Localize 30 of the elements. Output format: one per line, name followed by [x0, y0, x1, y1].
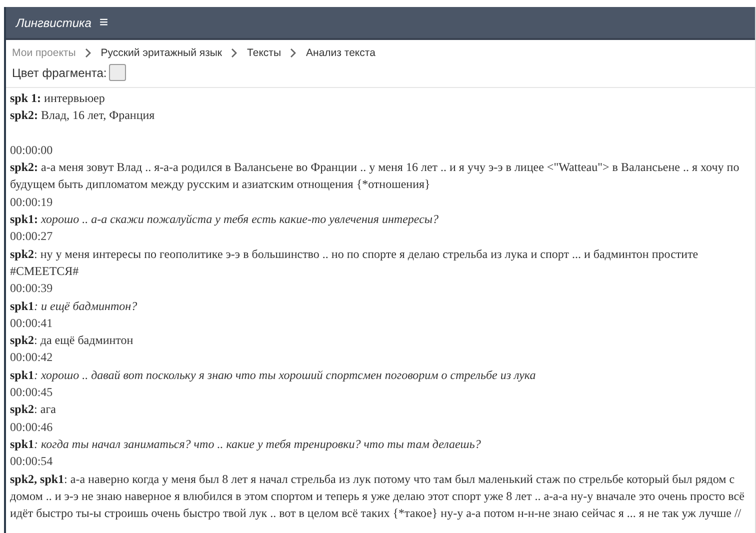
- utterance: spk1: хорошо .. давай вот поскольку я знаю что ты хороший спортсмен поговорим о стрельбе из лука: [10, 366, 537, 384]
- breadcrumb-link[interactable]: Тексты: [247, 47, 282, 59]
- color-label: Цвет фрагмента:: [12, 66, 107, 80]
- breadcrumb-link[interactable]: Русский эритажный язык: [100, 47, 222, 59]
- color-swatch[interactable]: [108, 64, 126, 81]
- utterance: spk2, spk1: а-а наверно когда у меня был 8 лет я начал стрельба из лук потому что там был маленький стаж по стрельбе который был рядом с домом .. и э-э не знаю наверное я влюбился в этом спортом и теперь я уже делаю этот спорт уже 8 лет .. а-а-а ну-у вначале это очень просто всё идёт быстро ты-ы строишь очень быстро твой лук .. вот в целом всё таких {*такое} ну-у а-а потом н-н-не знаю сейчас я ... я не так уж лучше //: [10, 470, 746, 522]
- timestamp: 00:00:54: [10, 453, 54, 470]
- breadcrumb-link[interactable]: Анализ текста: [306, 47, 376, 59]
- utterance: spk1: хорошо .. а-а скажи пожалуйста у тебя есть какие-то увлечения интересы?: [10, 211, 440, 228]
- utterance: spk1: когда ты начал заниматься? что .. какие у тебя тренировки? что ты там делаешь?: [10, 436, 482, 453]
- chevron-icon: [231, 48, 238, 58]
- breadcrumb-link[interactable]: Мои проекты: [12, 47, 76, 59]
- utterance: spk2: ну у меня интересы по геополитике э-э в большинство .. но по спорте я делаю стрельба из лука и спорт ... и бадминтон простите #СМЕЕТСЯ#: [10, 246, 700, 280]
- utterance: spk 1: интервьюер: [10, 90, 106, 107]
- app-title: Лингвистика: [16, 16, 92, 30]
- timestamp: 00:00:46: [10, 418, 54, 436]
- timestamp: 00:00:00: [10, 142, 54, 159]
- chevron-icon: [84, 48, 92, 58]
- utterance: spk1: и ещё бадминтон?: [10, 298, 138, 315]
- utterance: spk2: а-а меня зовут Влад .. я-а-а родился в Валансьене во Франции .. у меня 16 лет .. и я учу э-э в лицее <"Watteau"> в Валансьене .. я хочу по будущем быть дипломатом между русским и азиатским отнощения {*отношения}: [10, 159, 740, 194]
- timestamp: 00:00:45: [10, 384, 54, 402]
- timestamp: 00:00:27: [10, 228, 54, 246]
- timestamp: 00:00:41: [10, 314, 54, 332]
- timestamp: 00:00:19: [10, 194, 54, 211]
- timestamp: 00:00:42: [10, 349, 54, 366]
- timestamp: 00:00:39: [10, 280, 54, 298]
- utterance: spk2: Влад, 16 лет, Франция: [10, 107, 156, 124]
- utterance: spk2: да ещё бадминтон: [10, 332, 134, 350]
- utterance: spk2: ага: [10, 401, 57, 418]
- chevron-icon: [290, 48, 298, 58]
